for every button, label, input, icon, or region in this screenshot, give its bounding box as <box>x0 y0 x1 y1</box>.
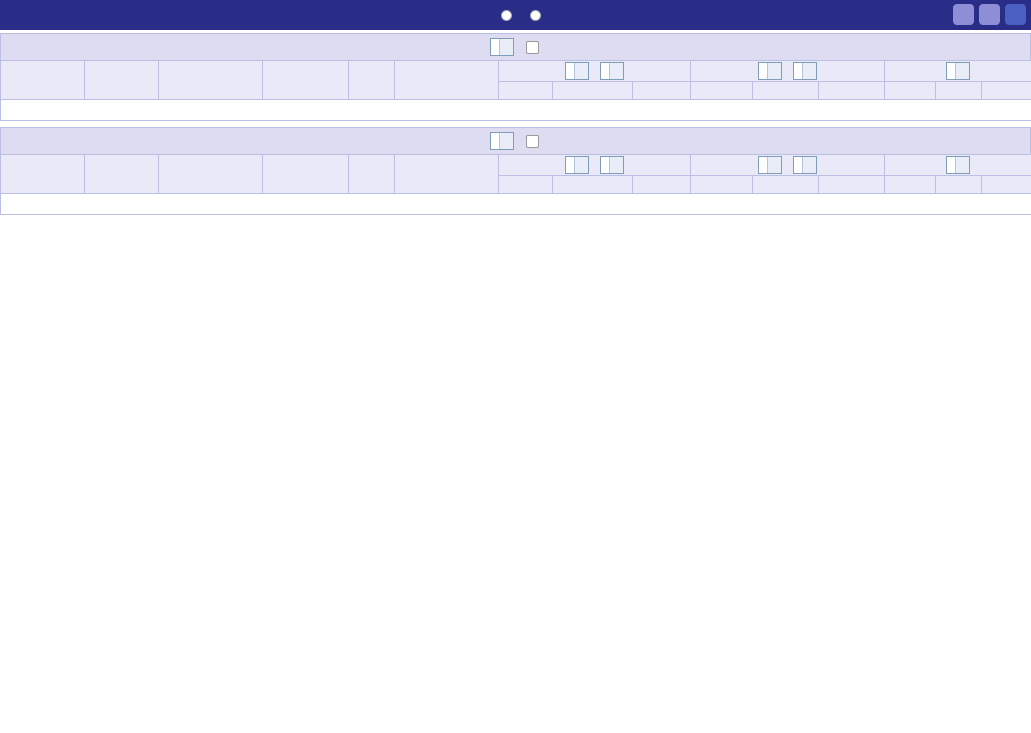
col-corner <box>348 60 395 100</box>
chevron-down-icon <box>802 63 817 79</box>
col-avg-home <box>690 175 754 194</box>
chevron-down-icon <box>573 157 588 173</box>
same-venue-checkbox[interactable] <box>525 134 542 148</box>
col-odds-away <box>631 175 692 194</box>
match-count-select[interactable] <box>489 132 514 150</box>
table-header <box>0 154 1031 194</box>
scope-select[interactable] <box>946 156 971 174</box>
dortmund-results-section <box>0 127 1031 215</box>
average-select[interactable] <box>757 62 782 80</box>
col-odds-away <box>631 81 692 100</box>
col-date <box>84 154 159 194</box>
checkbox-icon <box>525 134 539 148</box>
col-result <box>884 81 937 100</box>
odds-stage-select[interactable] <box>600 156 625 174</box>
close-button[interactable] <box>1005 4 1026 25</box>
average-odds-group <box>690 60 886 82</box>
move-down-button[interactable] <box>979 4 1000 25</box>
section-header <box>0 33 1031 60</box>
chevron-down-icon <box>955 157 970 173</box>
table-footer <box>0 193 1031 215</box>
same-venue-checkbox[interactable] <box>525 40 542 54</box>
radio-icon <box>529 9 541 21</box>
handicap-odds-group <box>497 154 692 176</box>
average-stage-select[interactable] <box>793 62 818 80</box>
handicap-odds-group <box>497 60 692 82</box>
scope-group <box>884 154 1031 176</box>
col-avg-home <box>690 81 754 100</box>
chevron-down-icon <box>766 157 781 173</box>
col-result <box>884 175 937 194</box>
col-home <box>158 154 263 194</box>
col-avg-draw <box>752 81 820 100</box>
checkbox-icon <box>525 40 539 54</box>
scope-group <box>884 60 1031 82</box>
col-odds-home <box>498 175 553 194</box>
titlebar-buttons <box>953 4 1026 25</box>
match-count-select[interactable] <box>489 38 514 56</box>
layout-vertical-radio[interactable] <box>500 9 516 21</box>
col-handicap-result <box>935 175 983 194</box>
chevron-down-icon <box>802 157 817 173</box>
col-odds-line <box>552 81 633 100</box>
average-select[interactable] <box>757 156 782 174</box>
chevron-down-icon <box>609 157 624 173</box>
col-score <box>262 154 349 194</box>
col-odds-home <box>498 81 553 100</box>
col-date <box>84 60 159 100</box>
col-handicap-result <box>935 81 983 100</box>
col-score <box>262 60 349 100</box>
col-goals-result <box>981 81 1031 100</box>
table-footer <box>0 99 1031 121</box>
summary-line <box>0 99 1031 121</box>
chevron-down-icon <box>573 63 588 79</box>
table-header <box>0 60 1031 100</box>
col-type <box>0 60 85 100</box>
average-odds-group <box>690 154 886 176</box>
col-away <box>394 60 499 100</box>
average-stage-select[interactable] <box>793 156 818 174</box>
move-up-button[interactable] <box>953 4 974 25</box>
chevron-down-icon <box>766 63 781 79</box>
match-count-value <box>491 39 499 55</box>
col-home <box>158 60 263 100</box>
chevron-down-icon <box>498 133 513 149</box>
scope-select[interactable] <box>946 62 971 80</box>
col-corner <box>348 154 395 194</box>
col-avg-away <box>818 175 886 194</box>
results-table <box>0 60 1031 121</box>
radio-icon <box>500 9 512 21</box>
chevron-down-icon <box>498 39 513 55</box>
section-header <box>0 127 1031 154</box>
summary-line <box>0 193 1031 215</box>
results-table <box>0 154 1031 215</box>
col-avg-draw <box>752 175 820 194</box>
col-goals-result <box>981 175 1031 194</box>
frankfurt-results-section <box>0 33 1031 121</box>
chevron-down-icon <box>609 63 624 79</box>
col-odds-line <box>552 175 633 194</box>
layout-horizontal-radio[interactable] <box>529 9 545 21</box>
col-away <box>394 154 499 194</box>
odds-stage-select[interactable] <box>600 62 625 80</box>
chevron-down-icon <box>955 63 970 79</box>
col-avg-away <box>818 81 886 100</box>
section-filters <box>1 38 1030 56</box>
titlebar-center <box>0 9 1031 21</box>
bookmaker-select[interactable] <box>564 62 589 80</box>
match-count-value <box>491 133 499 149</box>
titlebar <box>0 0 1031 30</box>
section-filters <box>1 132 1030 150</box>
bookmaker-select[interactable] <box>564 156 589 174</box>
col-type <box>0 154 85 194</box>
